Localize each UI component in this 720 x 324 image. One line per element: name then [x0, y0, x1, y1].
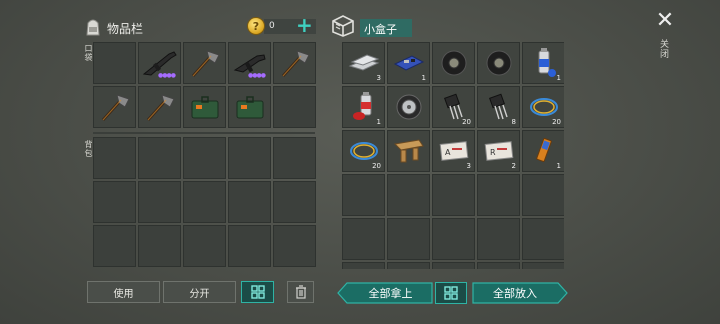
sort-inventory-button[interactable] [241, 281, 274, 303]
item-quantity: 3 [466, 162, 471, 170]
box-icon [332, 15, 354, 37]
container-slot[interactable] [432, 174, 475, 216]
pocket-slot[interactable] [183, 42, 226, 84]
put-all-button[interactable]: 全部放入 [472, 282, 558, 304]
container-slot[interactable]: A3 [432, 130, 475, 172]
backpack-slot[interactable] [273, 225, 316, 267]
pocket-slot[interactable] [138, 86, 181, 128]
backpack-slot[interactable] [138, 181, 181, 223]
container-slot[interactable]: 1 [387, 42, 430, 84]
container-slot[interactable]: 20 [522, 86, 564, 128]
item-quantity: 20 [372, 162, 381, 170]
use-button[interactable]: 使用 [87, 281, 160, 303]
backpack-icon [86, 19, 100, 36]
backpack-slot[interactable] [93, 181, 136, 223]
container-slot[interactable] [387, 174, 430, 216]
item-quantity: 1 [556, 162, 561, 170]
container-slot[interactable] [342, 174, 385, 216]
coin-count: 0 [269, 21, 275, 31]
inventory-title: 物品栏 [107, 22, 144, 36]
container-slot[interactable] [477, 262, 520, 269]
container-slot[interactable]: 1 [522, 130, 564, 172]
backpack-label: 背包 [84, 140, 93, 158]
container-title: 小盒子 [364, 23, 397, 36]
grid-sort-icon [250, 285, 265, 299]
svg-text:A: A [445, 148, 451, 157]
trash-icon [295, 285, 306, 299]
quality-dots: ●●●● [248, 72, 266, 79]
container-slot[interactable] [522, 174, 564, 216]
container-slot[interactable] [477, 218, 520, 260]
container-slot[interactable] [342, 262, 385, 269]
container-slot[interactable] [477, 42, 520, 84]
backpack-slot[interactable] [138, 137, 181, 179]
item-quantity: 8 [511, 118, 516, 126]
item-quantity: 1 [421, 74, 426, 82]
backpack-slot[interactable] [228, 181, 271, 223]
coin-icon: ? [247, 17, 265, 35]
container-slot[interactable] [387, 218, 430, 260]
pocket-slot[interactable] [93, 86, 136, 128]
pocket-slot[interactable] [228, 86, 271, 128]
container-slot[interactable] [387, 86, 430, 128]
pocket-slot[interactable] [183, 86, 226, 128]
close-label[interactable]: 关闭 [660, 40, 670, 60]
item-quantity: 2 [511, 162, 516, 170]
pocket-slot[interactable] [273, 86, 316, 128]
backpack-slot[interactable] [273, 181, 316, 223]
take-all-button[interactable]: 全部拿上 [348, 282, 433, 304]
grid-sort-icon [444, 286, 458, 300]
container-slot[interactable] [342, 218, 385, 260]
pocket-grid: ●●●● ●●●● [93, 42, 316, 128]
container-slot[interactable]: R2 [477, 130, 520, 172]
backpack-slot[interactable] [138, 225, 181, 267]
delete-button[interactable] [287, 281, 314, 303]
container-slot[interactable]: 3 [342, 42, 385, 84]
container-slot[interactable] [432, 262, 475, 269]
backpack-grid [93, 137, 316, 267]
item-quantity: 20 [552, 118, 561, 126]
item-quantity: 1 [376, 118, 381, 126]
pocket-slot[interactable] [273, 42, 316, 84]
svg-text:R: R [490, 148, 496, 157]
add-coin-button[interactable]: + [296, 15, 313, 36]
backpack-slot[interactable] [228, 225, 271, 267]
pocket-label: 口袋 [84, 44, 93, 62]
container-slot[interactable] [432, 218, 475, 260]
pocket-slot[interactable]: ●●●● [138, 42, 181, 84]
close-icon[interactable]: ✕ [654, 10, 676, 32]
item-quantity: 1 [556, 74, 561, 82]
container-slot[interactable]: 1 [522, 42, 564, 84]
quality-dots: ●●●● [158, 72, 176, 79]
container-slot[interactable]: 8 [477, 86, 520, 128]
container-grid: 3 1 1 1 20 8 20 20 A 3 R 2 1 [342, 42, 564, 269]
backpack-slot[interactable] [183, 181, 226, 223]
backpack-slot[interactable] [228, 137, 271, 179]
split-button[interactable]: 分开 [163, 281, 236, 303]
container-slot[interactable] [387, 130, 430, 172]
container-slot[interactable] [477, 174, 520, 216]
container-slot[interactable] [432, 42, 475, 84]
item-quantity: 20 [462, 118, 471, 126]
backpack-slot[interactable] [93, 137, 136, 179]
container-slot[interactable]: 20 [342, 130, 385, 172]
container-slot[interactable] [387, 262, 430, 269]
pocket-slot[interactable] [93, 42, 136, 84]
backpack-slot[interactable] [273, 137, 316, 179]
container-slot[interactable]: 20 [432, 86, 475, 128]
container-slot[interactable] [522, 262, 564, 269]
section-divider [93, 132, 315, 134]
container-slot[interactable]: 1 [342, 86, 385, 128]
backpack-slot[interactable] [93, 225, 136, 267]
sort-container-button[interactable] [435, 282, 467, 304]
backpack-slot[interactable] [183, 137, 226, 179]
container-slot[interactable] [522, 218, 564, 260]
pocket-slot[interactable]: ●●●● [228, 42, 271, 84]
item-quantity: 3 [376, 74, 381, 82]
backpack-slot[interactable] [183, 225, 226, 267]
